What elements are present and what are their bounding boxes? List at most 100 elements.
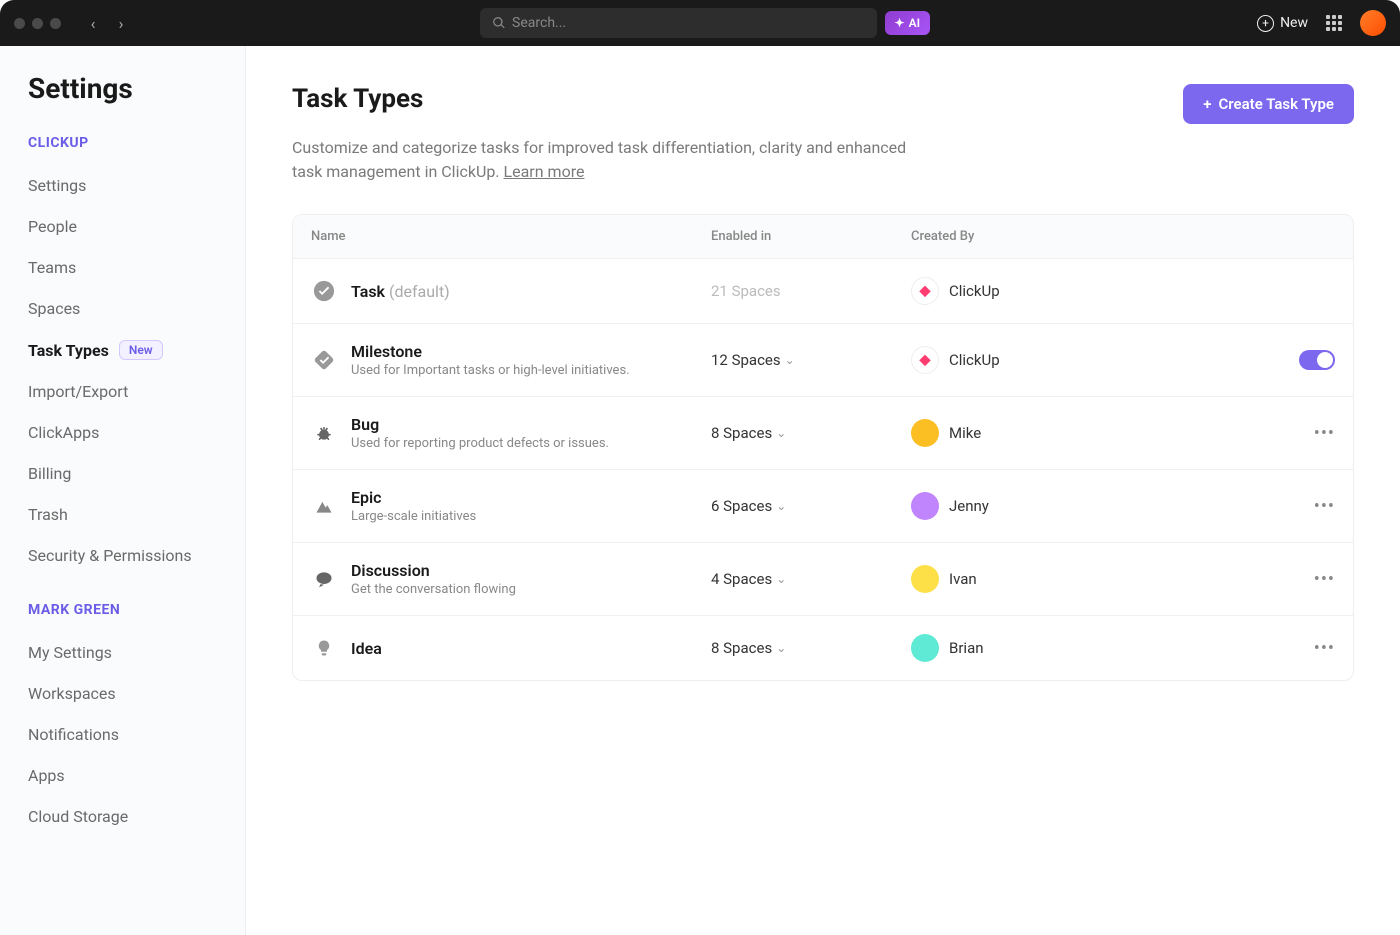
- learn-more-link[interactable]: Learn more: [504, 162, 585, 181]
- creator: Brian: [911, 634, 1131, 662]
- avatar: [911, 565, 939, 593]
- sidebar-title: Settings: [28, 72, 217, 105]
- task-type-name: Idea: [351, 639, 382, 658]
- ai-label: AI: [909, 16, 920, 30]
- chat-icon: [311, 566, 337, 592]
- sidebar-item-spaces[interactable]: Spaces: [28, 288, 217, 329]
- min-dot[interactable]: [32, 18, 43, 29]
- plus-circle-icon: +: [1257, 15, 1274, 32]
- enable-toggle[interactable]: [1299, 350, 1335, 370]
- search-placeholder: Search...: [512, 15, 566, 31]
- sidebar-item-trash[interactable]: Trash: [28, 494, 217, 535]
- sidebar-item-label: Task Types: [28, 341, 109, 360]
- more-actions-button[interactable]: •••: [1314, 569, 1335, 590]
- chevron-down-icon: ⌄: [776, 499, 786, 513]
- new-badge: New: [119, 340, 163, 360]
- sidebar-item-clickapps[interactable]: ClickApps: [28, 412, 217, 453]
- avatar: [911, 419, 939, 447]
- page-subtitle: Customize and categorize tasks for impro…: [292, 136, 932, 184]
- sidebar: Settings CLICKUP Settings People Teams S…: [0, 46, 246, 935]
- task-type-desc: Large-scale initiatives: [351, 509, 476, 524]
- diamond-check-icon: [311, 347, 337, 373]
- creator: Mike: [911, 419, 1131, 447]
- chevron-down-icon: ⌄: [776, 572, 786, 586]
- task-type-name: Discussion: [351, 561, 516, 580]
- create-task-type-button[interactable]: + Create Task Type: [1183, 84, 1354, 124]
- bug-icon: [311, 420, 337, 446]
- sidebar-item-apps[interactable]: Apps: [28, 755, 217, 796]
- avatar: [911, 634, 939, 662]
- enabled-dropdown[interactable]: 6 Spaces ⌄: [711, 497, 911, 515]
- creator: Ivan: [911, 565, 1131, 593]
- sidebar-item-billing[interactable]: Billing: [28, 453, 217, 494]
- clickup-logo-icon: ◆: [911, 277, 939, 305]
- col-header-enabled: Enabled in: [711, 229, 911, 244]
- task-type-name: Milestone: [351, 342, 630, 361]
- task-types-table: Name Enabled in Created By Task (default…: [292, 214, 1354, 681]
- create-label: Create Task Type: [1218, 95, 1334, 113]
- sidebar-item-settings[interactable]: Settings: [28, 165, 217, 206]
- col-header-name: Name: [311, 229, 711, 244]
- back-button[interactable]: ‹: [81, 14, 105, 33]
- sidebar-item-notifications[interactable]: Notifications: [28, 714, 217, 755]
- table-row: Milestone Used for Important tasks or hi…: [293, 323, 1353, 396]
- table-row: Discussion Get the conversation flowing …: [293, 542, 1353, 615]
- chevron-down-icon: ⌄: [785, 353, 795, 367]
- window-controls: [14, 18, 61, 29]
- lightbulb-icon: [311, 635, 337, 661]
- close-dot[interactable]: [14, 18, 25, 29]
- enabled-dropdown[interactable]: 8 Spaces ⌄: [711, 639, 911, 657]
- nav-arrows: ‹ ›: [81, 14, 133, 33]
- ai-button[interactable]: ✦ AI: [885, 11, 931, 35]
- enabled-dropdown[interactable]: 12 Spaces ⌄: [711, 351, 911, 369]
- search-icon: [492, 16, 506, 30]
- table-row: Bug Used for reporting product defects o…: [293, 396, 1353, 469]
- task-type-name: Epic: [351, 488, 476, 507]
- sidebar-item-people[interactable]: People: [28, 206, 217, 247]
- more-actions-button[interactable]: •••: [1314, 423, 1335, 444]
- main-content: Task Types + Create Task Type Customize …: [246, 46, 1400, 935]
- enabled-dropdown[interactable]: 4 Spaces ⌄: [711, 570, 911, 588]
- more-actions-button[interactable]: •••: [1314, 638, 1335, 659]
- more-actions-button[interactable]: •••: [1314, 496, 1335, 517]
- sidebar-section-user: MARK GREEN: [28, 602, 217, 618]
- avatar: [911, 492, 939, 520]
- sidebar-item-security[interactable]: Security & Permissions: [28, 535, 217, 576]
- sidebar-item-task-types[interactable]: Task Types New: [28, 329, 217, 371]
- creator: ◆ ClickUp: [911, 346, 1131, 374]
- new-button[interactable]: + New: [1257, 15, 1308, 32]
- clickup-logo-icon: ◆: [911, 346, 939, 374]
- sidebar-item-my-settings[interactable]: My Settings: [28, 632, 217, 673]
- task-type-name: Bug: [351, 415, 609, 434]
- task-type-desc: Get the conversation flowing: [351, 582, 516, 597]
- page-title: Task Types: [292, 84, 423, 114]
- col-header-created: Created By: [911, 229, 1131, 244]
- sidebar-item-workspaces[interactable]: Workspaces: [28, 673, 217, 714]
- sidebar-item-import-export[interactable]: Import/Export: [28, 371, 217, 412]
- task-type-desc: Used for reporting product defects or is…: [351, 436, 609, 451]
- max-dot[interactable]: [50, 18, 61, 29]
- sidebar-item-cloud-storage[interactable]: Cloud Storage: [28, 796, 217, 837]
- topbar: ‹ › Search... ✦ AI + New: [0, 0, 1400, 46]
- sidebar-item-teams[interactable]: Teams: [28, 247, 217, 288]
- plus-icon: +: [1203, 95, 1211, 113]
- apps-grid-icon[interactable]: [1326, 15, 1342, 31]
- creator: ◆ ClickUp: [911, 277, 1131, 305]
- chevron-down-icon: ⌄: [776, 641, 786, 655]
- table-header: Name Enabled in Created By: [293, 215, 1353, 258]
- task-type-name: Task (default): [351, 282, 450, 301]
- search-input[interactable]: Search...: [480, 8, 876, 38]
- enabled-dropdown[interactable]: 8 Spaces ⌄: [711, 424, 911, 442]
- ai-sparkle-icon: ✦: [895, 16, 905, 30]
- creator: Jenny: [911, 492, 1131, 520]
- user-avatar[interactable]: [1360, 10, 1386, 36]
- table-row: Idea 8 Spaces ⌄ Brian •••: [293, 615, 1353, 680]
- sidebar-section-clickup: CLICKUP: [28, 135, 217, 151]
- chevron-down-icon: ⌄: [776, 426, 786, 440]
- new-label: New: [1280, 15, 1308, 31]
- check-circle-icon: [311, 278, 337, 304]
- table-row: Epic Large-scale initiatives 6 Spaces ⌄ …: [293, 469, 1353, 542]
- forward-button[interactable]: ›: [109, 14, 133, 33]
- table-row: Task (default) 21 Spaces ◆ ClickUp: [293, 258, 1353, 323]
- enabled-count: 21 Spaces: [711, 282, 911, 300]
